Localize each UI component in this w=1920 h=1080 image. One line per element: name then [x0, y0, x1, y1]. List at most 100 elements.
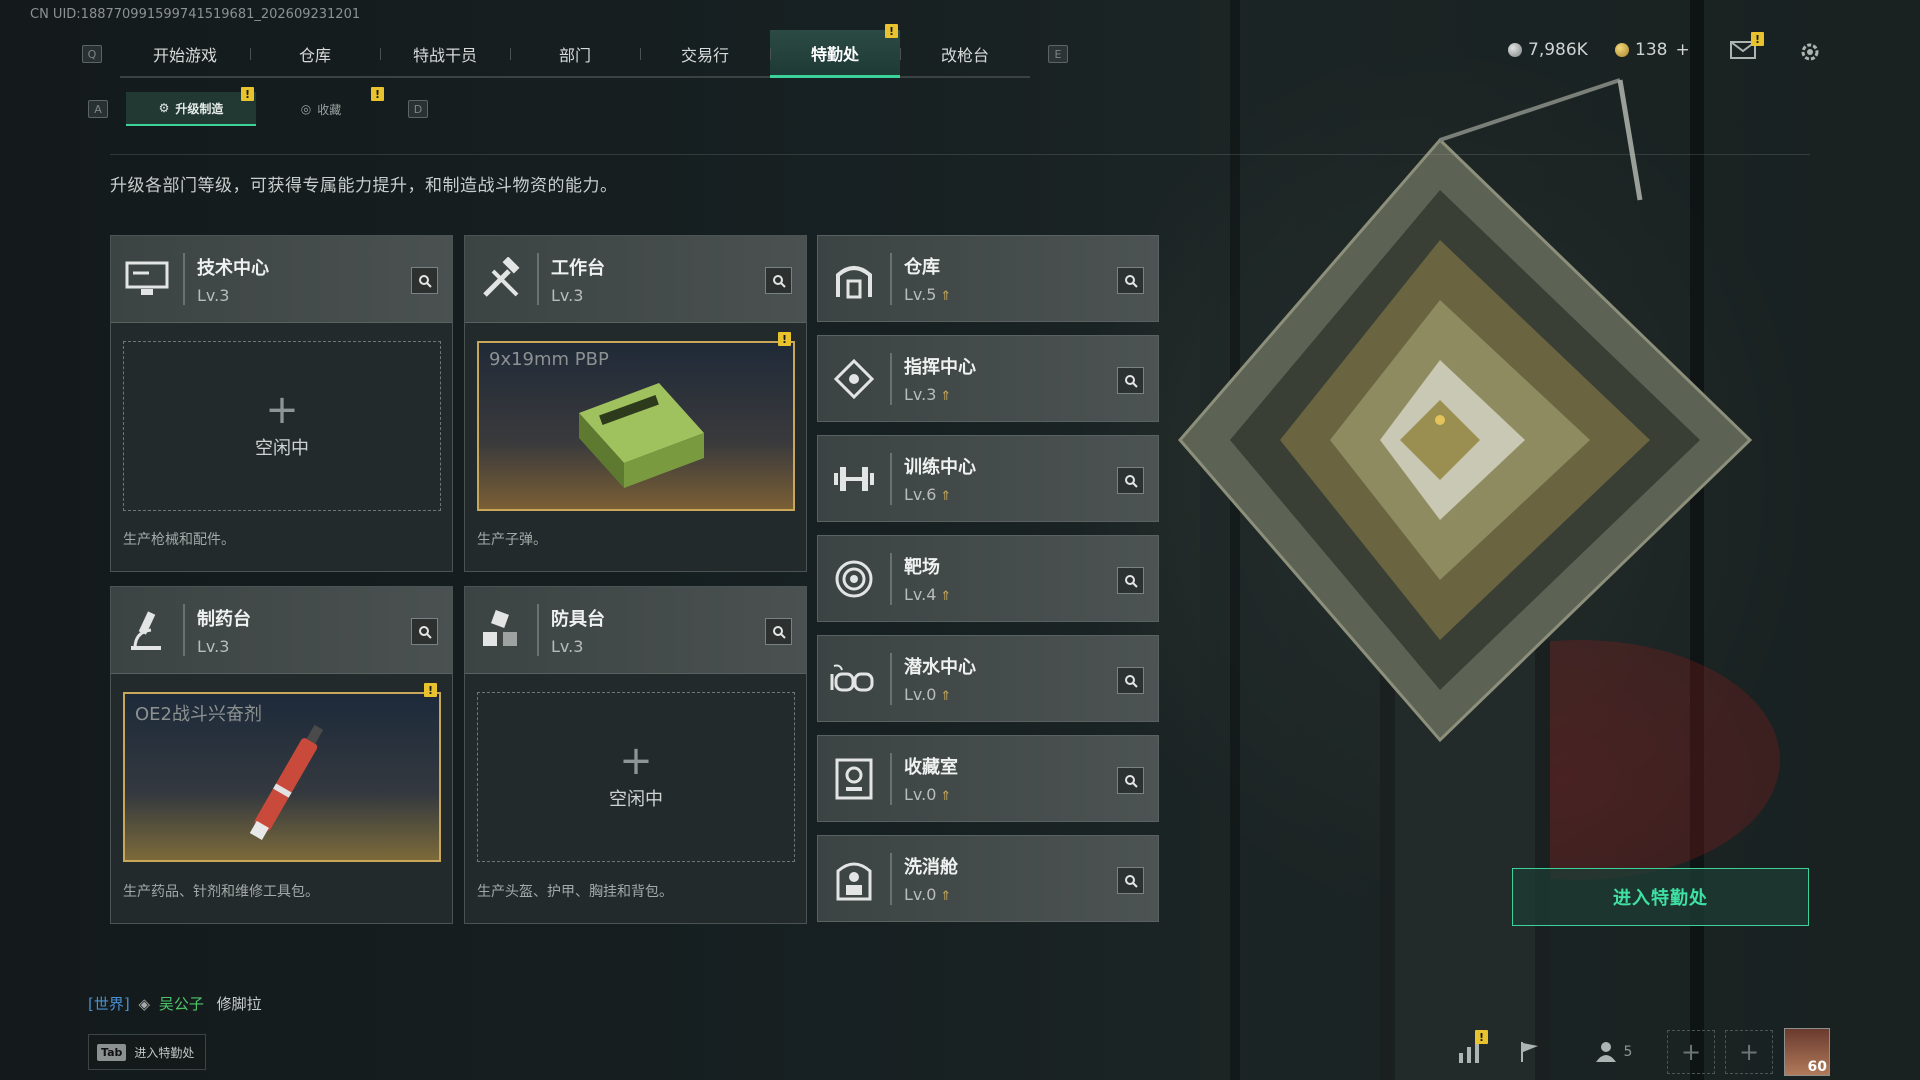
subtab-prev-key: A: [88, 100, 108, 118]
facility-collection-room[interactable]: 收藏室 Lv.0 ⇑: [817, 735, 1159, 822]
stats-icon[interactable]: !: [1450, 1030, 1490, 1074]
facility-diving-center[interactable]: 潜水中心 Lv.0 ⇑: [817, 635, 1159, 722]
workshop-card-armor[interactable]: 防具台 Lv.3 + 空闲中 生产头盔、护甲、胸挂和背包。: [464, 586, 807, 924]
search-icon: [772, 274, 786, 288]
search-button[interactable]: [1117, 267, 1144, 294]
workshop-card-workbench[interactable]: 工作台 Lv.3 9x19mm PBP ! 生产子弹。: [464, 235, 807, 572]
search-icon: [1124, 874, 1138, 888]
flag-icon[interactable]: [1510, 1030, 1550, 1074]
card-level: Lv.3: [551, 285, 584, 305]
facility-decontamination[interactable]: 洗消舱 Lv.0 ⇑: [817, 835, 1159, 922]
tab-special-ops[interactable]: 特勤处 !: [770, 24, 900, 78]
chat-channel: [世界]: [88, 995, 130, 1013]
search-button[interactable]: [1117, 667, 1144, 694]
facility-command-center[interactable]: 指挥中心 Lv.3 ⇑: [817, 335, 1159, 422]
friends-icon: [1595, 1042, 1616, 1062]
card-level: Lv.3: [197, 636, 230, 656]
search-icon: [1124, 374, 1138, 388]
nav-next-key: E: [1048, 45, 1068, 63]
search-icon: [418, 625, 432, 639]
card-divider: [537, 253, 539, 305]
add-slot-button[interactable]: +: [1725, 1030, 1773, 1074]
subtab-next-key: D: [408, 100, 428, 118]
card-divider: [890, 652, 892, 705]
card-level: Lv.3: [551, 636, 584, 656]
card-description: 生产枪械和配件。: [123, 532, 235, 548]
tab-shortcut-hint[interactable]: Tab 进入特勤处: [88, 1034, 206, 1070]
subtab-upgrade-craft[interactable]: ⚙ 升级制造 !: [126, 87, 256, 126]
search-icon: [1124, 574, 1138, 588]
card-level: Lv.3: [197, 285, 230, 305]
search-button[interactable]: [1117, 867, 1144, 894]
card-title: 指挥中心: [904, 357, 976, 378]
workshop-card-tech-center[interactable]: 技术中心 Lv.3 + 空闲中 生产枪械和配件。: [110, 235, 453, 572]
player-avatar[interactable]: 60: [1784, 1028, 1830, 1076]
facility-training-center[interactable]: 训练中心 Lv.6 ⇑: [817, 435, 1159, 522]
card-divider: [537, 604, 539, 656]
gold-currency: 138 +: [1615, 40, 1690, 60]
alert-badge: !: [778, 332, 791, 346]
mail-icon[interactable]: !: [1728, 32, 1764, 62]
player-level: 60: [1807, 1059, 1827, 1075]
chat-line[interactable]: [世界] ◈ 吴公子 修脚拉: [88, 993, 262, 1014]
card-divider: [890, 852, 892, 905]
search-button[interactable]: [1117, 367, 1144, 394]
alert-badge: !: [371, 87, 384, 101]
workshop-card-pharmacy[interactable]: 制药台 Lv.3 OE2战斗兴奋剂 ! 生产药品、针剂和维修工具包。: [110, 586, 453, 924]
nav-prev-key: Q: [82, 45, 102, 63]
user-uid: CN UID:1887709915997415196​81_2026092312…: [30, 7, 361, 22]
card-title: 制药台: [197, 608, 251, 630]
facility-warehouse[interactable]: 仓库 Lv.5 ⇑: [817, 235, 1159, 322]
command-icon: [818, 335, 890, 422]
slot-status: 空闲中: [255, 438, 309, 459]
search-button[interactable]: [765, 618, 792, 645]
facility-shooting-range[interactable]: 靶场 Lv.4 ⇑: [817, 535, 1159, 622]
upgrade-arrow-icon: ⇑: [940, 889, 952, 904]
cubes-icon: [465, 587, 537, 674]
card-header: 技术中心 Lv.3: [111, 236, 452, 323]
tab-start-game[interactable]: 开始游戏: [120, 30, 250, 78]
add-gold-button[interactable]: +: [1675, 40, 1689, 60]
search-button[interactable]: [1117, 767, 1144, 794]
add-icon: +: [619, 738, 653, 784]
search-icon: [1124, 674, 1138, 688]
trophy-icon: [818, 735, 890, 822]
dumbbell-icon: [818, 435, 890, 522]
friends-button[interactable]: 5: [1588, 1030, 1638, 1074]
tab-gunsmith[interactable]: 改枪台: [900, 30, 1030, 78]
tab-trading[interactable]: 交易行: [640, 30, 770, 78]
search-button[interactable]: [1117, 567, 1144, 594]
search-button[interactable]: [411, 618, 438, 645]
craft-icon: ⚙: [158, 101, 170, 115]
goggles-icon: [818, 635, 890, 722]
card-title: 工作台: [551, 257, 605, 279]
settings-gear-icon[interactable]: [1796, 38, 1824, 66]
production-slot-medicine[interactable]: OE2战斗兴奋剂: [123, 692, 441, 862]
alert-badge: !: [885, 24, 898, 38]
chat-username[interactable]: 吴公子: [159, 995, 204, 1013]
computer-icon: [111, 236, 183, 323]
tab-warehouse[interactable]: 仓库: [250, 30, 380, 78]
production-slot-ammo[interactable]: 9x19mm PBP: [477, 341, 795, 511]
upgrade-arrow-icon: ⇑: [940, 489, 952, 504]
production-slot-empty[interactable]: + 空闲中: [477, 692, 795, 862]
tab-operators[interactable]: 特战干员: [380, 30, 510, 78]
search-button[interactable]: [1117, 467, 1144, 494]
card-level: Lv.5 ⇑: [904, 285, 952, 304]
search-button[interactable]: [411, 267, 438, 294]
add-slot-button[interactable]: +: [1667, 1030, 1715, 1074]
card-divider: [890, 452, 892, 505]
production-slot-empty[interactable]: + 空闲中: [123, 341, 441, 511]
chat-shield-icon: ◈: [138, 995, 151, 1013]
warehouse-icon: [818, 235, 890, 322]
card-header: 制药台 Lv.3: [111, 587, 452, 674]
slot-status: 空闲中: [609, 789, 663, 810]
card-title: 训练中心: [904, 457, 976, 478]
search-icon: [1124, 774, 1138, 788]
enter-special-ops-button[interactable]: 进入特勤处: [1512, 868, 1809, 926]
item-name: 9x19mm PBP: [489, 349, 609, 370]
tab-department[interactable]: 部门: [510, 30, 640, 78]
silver-currency: 7,986K: [1508, 40, 1588, 60]
subtab-collection[interactable]: ◎ 收藏 !: [256, 87, 386, 126]
search-button[interactable]: [765, 267, 792, 294]
